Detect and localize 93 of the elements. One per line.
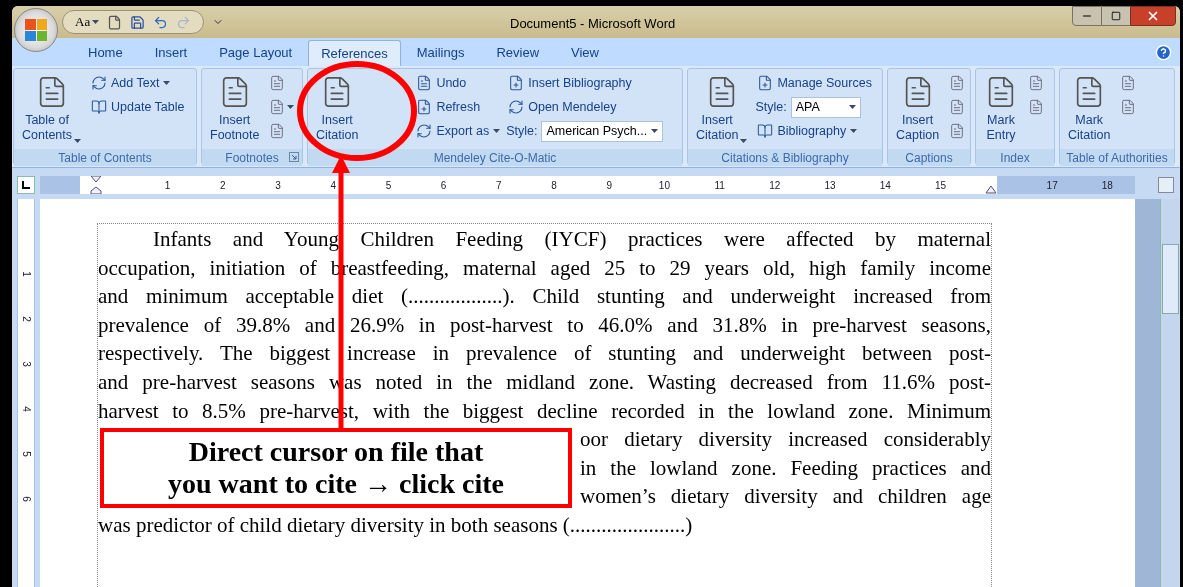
ruler-number: 10 xyxy=(657,178,671,193)
body-text-line: and minimum acceptable diet (..................). Child stunting and underweight increased from xyxy=(98,283,991,311)
ribbon-tab[interactable]: Mailings xyxy=(404,40,477,66)
undo-icon[interactable] xyxy=(153,14,169,30)
ribbon-button[interactable]: Undo xyxy=(414,71,503,95)
ruler-number: 14 xyxy=(878,178,892,193)
maximize-button[interactable] xyxy=(1102,6,1130,26)
ribbon-tab[interactable]: View xyxy=(559,40,611,66)
save-icon[interactable] xyxy=(130,14,146,30)
maximize-icon xyxy=(1111,11,1121,21)
ribbon-large-button[interactable]: Mark Entry xyxy=(980,71,1022,149)
body-text-line: was predictor of child dietary diversity in both seasons (......................) xyxy=(98,511,694,539)
window-title: Document5 - Microsoft Word xyxy=(510,15,676,33)
body-text-line: prevalence of 39.8% and 26.9% in post-harvest to 46.0% and 31.8% in pre-harvest seasons, xyxy=(98,311,991,339)
ribbon-tab[interactable]: Page Layout xyxy=(207,40,305,66)
office-button[interactable] xyxy=(14,8,58,52)
ruler-number: 12 xyxy=(768,178,782,193)
ribbon-tab[interactable]: Review xyxy=(484,40,551,66)
group-label: Citations & Bibliography xyxy=(721,149,849,167)
ruler-number: 18 xyxy=(1100,178,1114,193)
ruler-number: 11 xyxy=(713,178,726,193)
caret-icon xyxy=(92,20,100,24)
ruler-number: 15 xyxy=(933,178,947,193)
ruler-number: 2 xyxy=(21,316,31,322)
caret-icon xyxy=(493,129,501,133)
ruler-number: 3 xyxy=(274,178,282,193)
ribbon-button[interactable]: Refresh xyxy=(414,95,503,119)
ruler-number: 9 xyxy=(605,178,613,193)
body-text-line: women’s dietary diversity and children age xyxy=(580,483,991,511)
ribbon-tab[interactable]: Insert xyxy=(142,40,200,66)
indent-marker-icon[interactable] xyxy=(90,176,102,194)
callout-text: Direct cursor on file that you want to cite → click cite xyxy=(167,436,505,500)
close-button[interactable] xyxy=(1130,6,1176,26)
ruler-number: 4 xyxy=(329,178,337,193)
dialog-launcher-icon[interactable] xyxy=(289,152,299,162)
ruler-number: 3 xyxy=(21,361,31,367)
ribbon-large-button[interactable]: Insert Citation xyxy=(692,71,752,149)
caret-icon xyxy=(651,129,659,133)
ruler-number: 8 xyxy=(550,178,558,193)
caret-icon xyxy=(287,105,295,109)
ribbon-button[interactable]: Add Text xyxy=(89,71,187,95)
scroll-thumb[interactable] xyxy=(1162,244,1179,314)
ribbon-button[interactable]: Export as xyxy=(414,119,503,143)
caret-icon xyxy=(740,139,748,143)
group-label: Footnotes xyxy=(225,149,279,167)
body-text-line: in the lowland zone. Feeding practices and xyxy=(580,454,991,482)
ruler-number: 5 xyxy=(384,178,393,193)
style-dropdown[interactable]: APA xyxy=(790,96,861,118)
ruler-number: 5 xyxy=(21,451,31,457)
vertical-scrollbar[interactable] xyxy=(1160,199,1180,587)
caret-icon xyxy=(848,105,856,109)
ribbon-large-button[interactable]: Mark Citation xyxy=(1064,71,1115,149)
ribbon-tab[interactable]: References xyxy=(308,40,401,66)
ruler-number: 6 xyxy=(439,178,448,193)
style-label: Style: xyxy=(755,98,787,116)
ribbon-tab[interactable]: Home xyxy=(76,40,135,66)
caret-icon xyxy=(74,139,82,143)
ruler-number: 1 xyxy=(21,271,31,277)
new-document-icon[interactable] xyxy=(107,14,123,30)
ruler-number: 17 xyxy=(1045,178,1059,193)
group-label: Mendeley Cite-O-Matic xyxy=(433,149,557,167)
font-button[interactable]: Aa xyxy=(75,12,100,32)
ribbon-button[interactable]: Insert Bibliography xyxy=(506,71,664,95)
ribbon-button[interactable]: Open Mendeley xyxy=(506,95,664,119)
group-label: Table of Authorities xyxy=(1066,149,1168,167)
body-text-line: oor dietary diversity increased considerably xyxy=(580,426,991,454)
group-label: Captions xyxy=(905,149,953,167)
ruler-number: 4 xyxy=(21,406,31,412)
minimize-button[interactable] xyxy=(1072,6,1102,26)
ribbon-large-button[interactable]: Insert Footnote xyxy=(206,71,264,149)
tab-selector-icon[interactable] xyxy=(17,176,35,194)
style-dropdown[interactable]: American Psych... xyxy=(541,120,664,142)
ruler-number: 2 xyxy=(219,178,227,193)
caret-icon xyxy=(850,129,858,133)
ribbon-button[interactable]: Update Table xyxy=(89,95,187,119)
help-icon[interactable] xyxy=(1155,44,1172,61)
ribbon-large-button[interactable]: Insert Caption xyxy=(892,71,944,149)
body-text-line: Infants and Young Children Feeding (IYCF) practices were affected by maternal xyxy=(152,226,991,253)
style-label: Style: xyxy=(506,122,538,140)
indent-marker-icon[interactable] xyxy=(985,186,997,194)
ruler-number: 6 xyxy=(21,496,31,502)
ruler-number: 13 xyxy=(823,178,837,193)
ribbon-button[interactable]: Manage Sources xyxy=(755,71,874,95)
ribbon-button[interactable]: Bibliography xyxy=(755,119,874,143)
close-icon xyxy=(1146,9,1160,23)
body-text-line: respectively. The biggest increase in prevalence of stunting and underweight between post- xyxy=(98,340,991,368)
group-label: Index xyxy=(1000,149,1030,167)
caret-icon xyxy=(163,81,171,85)
group-label: Table of Contents xyxy=(58,149,152,167)
ribbon-large-button[interactable]: Table of Contents xyxy=(18,71,86,149)
ruler-number: 1 xyxy=(163,178,172,193)
view-ruler-icon[interactable] xyxy=(1158,177,1174,193)
ruler-number: 7 xyxy=(495,178,503,193)
